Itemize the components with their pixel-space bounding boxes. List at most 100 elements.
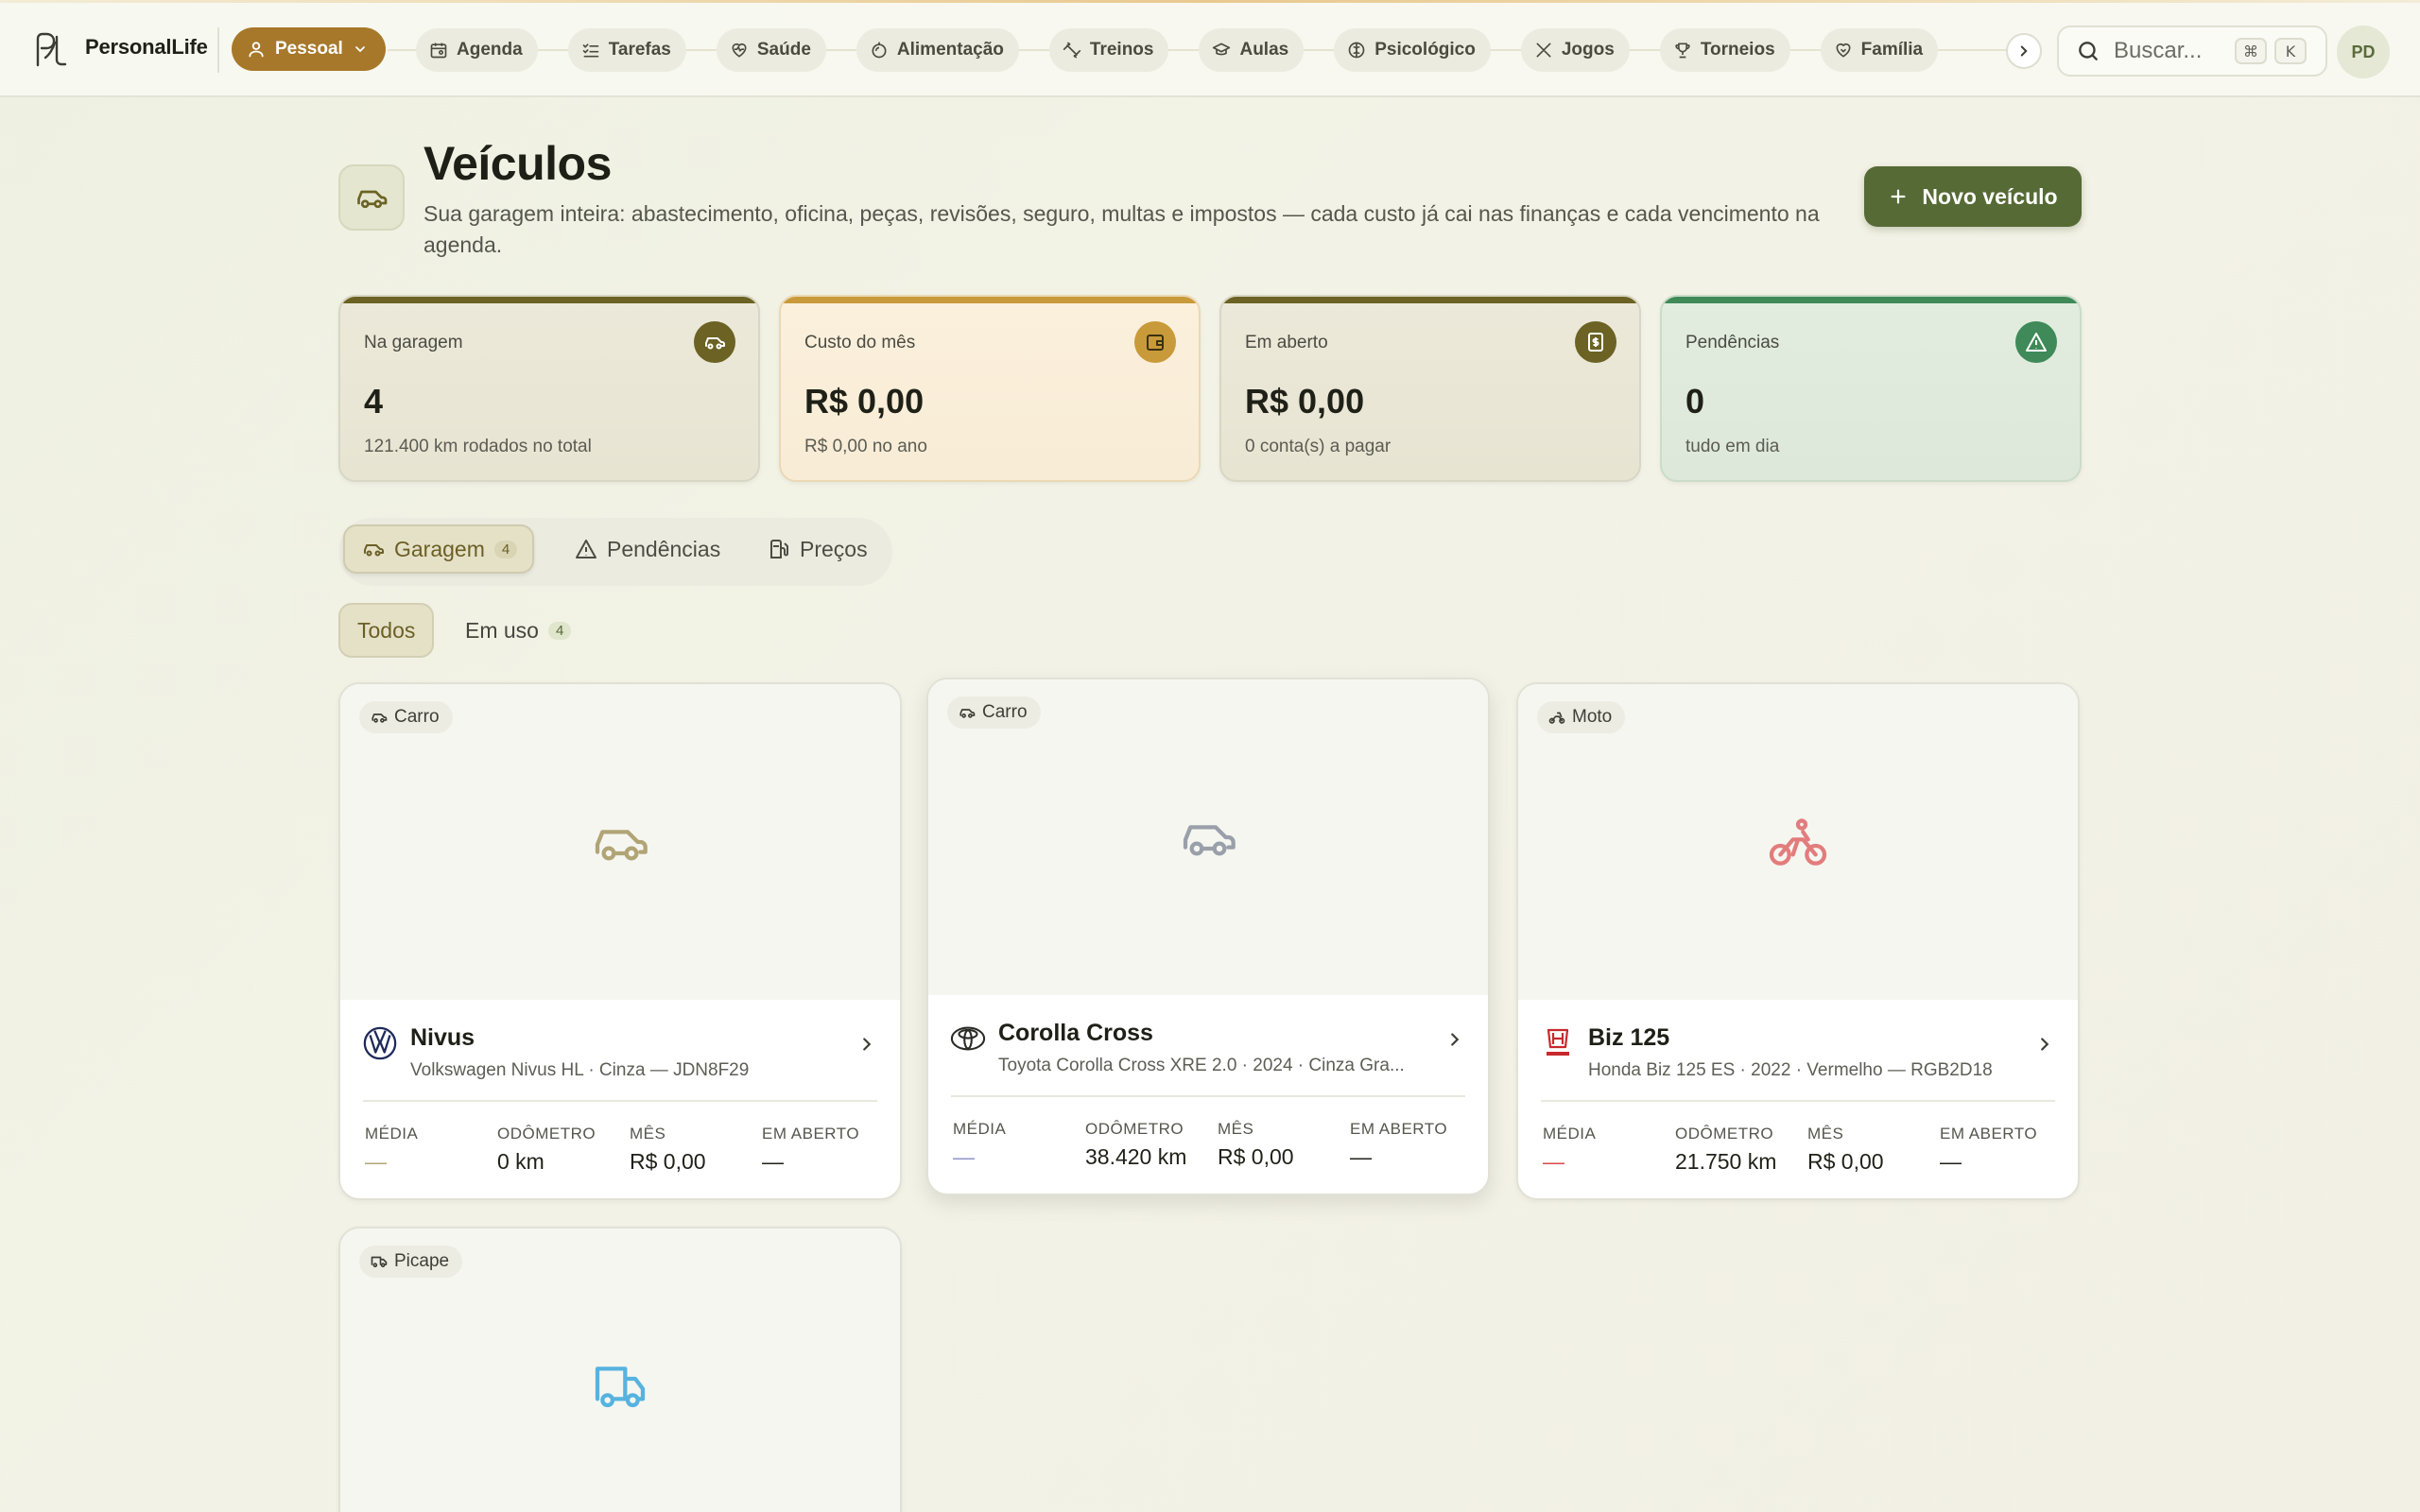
tab-count-badge: 4: [493, 540, 518, 558]
vehicle-type-badge: Moto: [1537, 701, 1626, 733]
stat-mes: MÊS R$ 0,00: [630, 1125, 706, 1174]
vehicle-type-badge: Picape: [359, 1246, 463, 1278]
search-placeholder: Buscar...: [2114, 38, 2203, 63]
vehicle-type-badge: Carro: [359, 701, 453, 733]
car-icon: [1183, 825, 1236, 856]
shortcut-mod-key: ⌘: [2235, 38, 2267, 64]
graduation-cap-icon: [1213, 43, 1231, 56]
user-avatar[interactable]: PD: [2337, 26, 2390, 78]
brand-name[interactable]: PersonalLife: [85, 35, 208, 60]
global-search[interactable]: Buscar... ⌘ K: [2057, 26, 2327, 77]
stat-card-month-cost: Custo do mês R$ 0,00 R$ 0,00 no ano: [779, 295, 1201, 482]
stat-accent-bar: [1221, 297, 1639, 303]
user-icon: [249, 42, 264, 58]
motorbike-icon: [1548, 712, 1565, 724]
nav-item-agenda[interactable]: Agenda: [416, 28, 538, 72]
vehicle-type-badge: Carro: [947, 696, 1041, 729]
brand-divider: [217, 27, 219, 73]
vehicle-card-picape[interactable]: Picape: [338, 1227, 902, 1512]
nav-item-tarefas[interactable]: Tarefas: [567, 28, 686, 72]
stat-card-garage: Na garagem 4 121.400 km rodados no total: [338, 295, 760, 482]
vehicle-name: Biz 125: [1588, 1024, 1670, 1051]
checklist-icon: [582, 43, 599, 58]
calendar-icon: [430, 43, 447, 59]
top-bar: PersonalLife Pessoal Agenda Tarefas Saúd…: [0, 3, 2420, 97]
apple-icon: [872, 42, 887, 59]
vehicle-description: Volkswagen Nivus HL · Cinza — JDN8F29: [410, 1060, 750, 1080]
brain-icon: [1348, 42, 1365, 59]
app-logo-icon[interactable]: [32, 31, 70, 69]
profile-switcher-button[interactable]: Pessoal: [232, 27, 386, 71]
warning-icon: [576, 540, 596, 558]
stat-accent-bar: [1662, 297, 2080, 303]
chevron-right-icon: [863, 1038, 872, 1051]
wallet-icon: [1134, 321, 1176, 363]
nav-item-saude[interactable]: Saúde: [716, 28, 826, 72]
filter-count-badge: 4: [547, 621, 572, 640]
vehicle-card-corolla-cross[interactable]: Carro Corolla Cross Toyota Corolla Cross…: [926, 678, 1490, 1195]
vehicle-card-nivus[interactable]: Carro Nivus Volkswagen Nivus HL · Cinza …: [338, 682, 902, 1200]
tab-pendencias[interactable]: Pendências: [558, 524, 735, 574]
nav-scroll-next-button[interactable]: [2006, 33, 2042, 69]
vehicle-description: Honda Biz 125 ES · 2022 · Vermelho — RGB…: [1588, 1060, 1993, 1080]
card-divider: [363, 1100, 877, 1102]
nav-item-torneios[interactable]: Torneios: [1659, 28, 1790, 72]
dumbbell-icon: [1063, 42, 1081, 59]
vehicle-name: Nivus: [410, 1024, 475, 1051]
nav-item-jogos[interactable]: Jogos: [1520, 28, 1630, 72]
shortcut-k-key: K: [2274, 38, 2307, 64]
swords-icon: [1536, 43, 1551, 58]
motorbike-icon: [1769, 818, 1827, 866]
volkswagen-logo-icon: [361, 1024, 399, 1062]
stat-media: MÉDIA —: [953, 1120, 1007, 1169]
vehicle-photo-placeholder: Carro: [340, 684, 900, 1000]
vehicle-photo-placeholder: Moto: [1518, 684, 2078, 1000]
car-icon: [595, 830, 648, 861]
vehicle-card-biz-125[interactable]: Moto Biz 125 Honda Biz 125 ES · 2022 · V…: [1516, 682, 2080, 1200]
trophy-icon: [1675, 43, 1690, 59]
vehicle-description: Toyota Corolla Cross XRE 2.0 · 2024 · Ci…: [998, 1056, 1405, 1075]
heart-handshake-icon: [1836, 43, 1851, 58]
stat-card-pending: Pendências 0 tudo em dia: [1660, 295, 2082, 482]
stat-odometro: ODÔMETRO 0 km: [497, 1125, 596, 1174]
page-subtitle: Sua garagem inteira: abastecimento, ofic…: [424, 201, 1820, 257]
filter-em-uso[interactable]: Em uso 4: [448, 603, 588, 658]
page-title: Veículos: [424, 137, 612, 190]
module-nav: Agenda Tarefas Saúde Alimentação Treinos…: [416, 22, 2004, 78]
vehicle-name: Corolla Cross: [998, 1020, 1153, 1046]
warning-icon: [2015, 321, 2057, 363]
receipt-icon: [1575, 321, 1616, 363]
truck-icon: [595, 1366, 646, 1408]
nav-item-psicologico[interactable]: Psicológico: [1334, 28, 1491, 72]
heart-pulse-icon: [732, 43, 747, 58]
new-vehicle-button[interactable]: Novo veículo: [1864, 166, 2082, 227]
stat-odometro: ODÔMETRO 21.750 km: [1675, 1125, 1777, 1174]
stat-mes: MÊS R$ 0,00: [1807, 1125, 1884, 1174]
honda-logo-icon: [1539, 1024, 1577, 1062]
nav-item-aulas[interactable]: Aulas: [1199, 28, 1305, 72]
stat-card-open: Em aberto R$ 0,00 0 conta(s) a pagar: [1219, 295, 1641, 482]
stat-accent-bar: [781, 297, 1199, 303]
stat-accent-bar: [340, 297, 758, 303]
car-icon: [364, 544, 384, 557]
search-icon: [2079, 42, 2098, 60]
tab-garagem[interactable]: Garagem 4: [343, 524, 535, 574]
stat-odometro: ODÔMETRO 38.420 km: [1085, 1120, 1187, 1169]
car-icon: [694, 321, 735, 363]
card-divider: [951, 1095, 1465, 1097]
plus-icon: [1891, 189, 1906, 204]
car-icon: [372, 713, 388, 723]
filter-todos[interactable]: Todos: [338, 603, 435, 658]
chevron-right-icon: [1451, 1033, 1460, 1046]
chevron-down-icon: [354, 46, 365, 53]
chevron-right-icon: [2020, 45, 2028, 57]
profile-label: Pessoal: [275, 39, 343, 59]
nav-item-treinos[interactable]: Treinos: [1048, 28, 1169, 72]
tab-precos[interactable]: Preços: [751, 524, 883, 574]
nav-item-alimentacao[interactable]: Alimentação: [856, 28, 1019, 72]
stat-em-aberto: EM ABERTO —: [1940, 1125, 2038, 1174]
vehicle-photo-placeholder: Carro: [928, 679, 1488, 995]
chevron-right-icon: [2041, 1038, 2049, 1051]
car-icon: [959, 709, 976, 718]
nav-item-familia[interactable]: Família: [1820, 28, 1939, 72]
